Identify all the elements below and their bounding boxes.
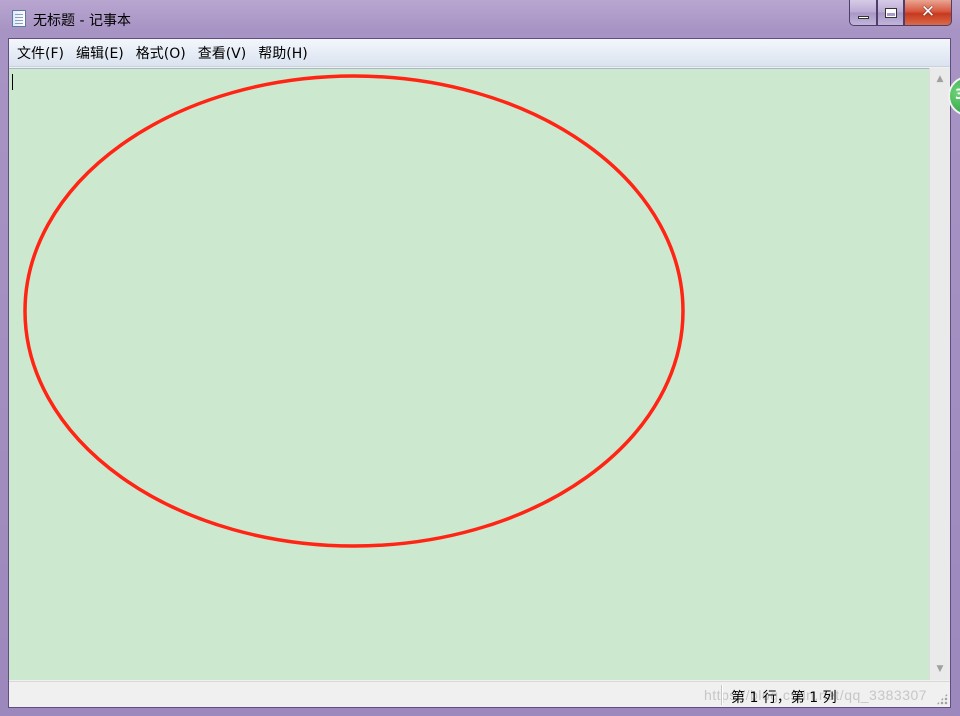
- close-icon: ✕: [920, 2, 936, 22]
- title-bar[interactable]: 无标题 - 记事本 ✕: [0, 0, 960, 38]
- notepad-icon[interactable]: [12, 10, 26, 27]
- maximize-icon: [884, 7, 897, 18]
- window-title: 无标题 - 记事本: [33, 13, 131, 29]
- client-area: 文件(F) 编辑(E) 格式(O) 查看(V) 帮助(H) ▲ ▼ https:…: [8, 38, 951, 708]
- maximize-button[interactable]: [877, 0, 904, 26]
- status-bar: https://blog.csdn.net/qq_3383307 第 1 行，第…: [9, 681, 950, 707]
- menu-help[interactable]: 帮助(H): [252, 40, 313, 66]
- scroll-up-icon[interactable]: ▲: [930, 70, 950, 88]
- menu-view[interactable]: 查看(V): [192, 40, 253, 66]
- notepad-window: 无标题 - 记事本 ✕ 文件(F) 编辑(E) 格式(O) 查看(V) 帮助(H…: [0, 0, 960, 716]
- resize-grip-icon[interactable]: [936, 693, 948, 705]
- cursor-position: 第 1 行，第 1 列: [731, 690, 837, 706]
- vertical-scrollbar[interactable]: ▲ ▼: [929, 68, 950, 680]
- menu-edit[interactable]: 编辑(E): [70, 40, 130, 66]
- text-editor[interactable]: [9, 68, 929, 680]
- menu-bar: 文件(F) 编辑(E) 格式(O) 查看(V) 帮助(H): [9, 39, 950, 67]
- menu-file[interactable]: 文件(F): [11, 40, 70, 66]
- status-divider: [721, 685, 722, 705]
- badge-count: 3: [955, 87, 960, 103]
- window-controls: ✕: [849, 0, 952, 26]
- menu-format[interactable]: 格式(O): [130, 40, 192, 66]
- minimize-icon: [857, 15, 869, 19]
- close-button[interactable]: ✕: [904, 0, 952, 26]
- scroll-down-icon[interactable]: ▼: [930, 660, 950, 678]
- red-ellipse-annotation: [23, 74, 685, 548]
- minimize-button[interactable]: [849, 0, 877, 26]
